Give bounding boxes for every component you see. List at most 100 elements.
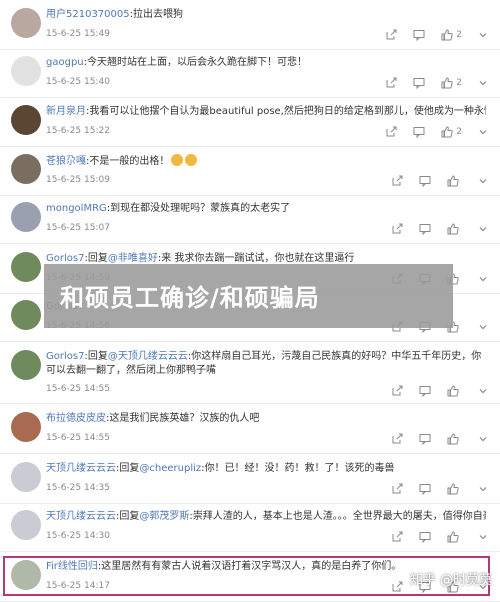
avatar[interactable] bbox=[11, 154, 41, 184]
comment-actions: 2 bbox=[385, 125, 488, 139]
comment-actions bbox=[391, 174, 488, 188]
share-icon[interactable] bbox=[391, 385, 403, 397]
avatar[interactable] bbox=[11, 202, 41, 232]
comment-body: :来 我求你去踹一踹试试，你也就在这里逼行 bbox=[157, 253, 355, 264]
more-icon[interactable] bbox=[478, 78, 488, 88]
like-count: 2 bbox=[456, 127, 462, 137]
avatar[interactable] bbox=[11, 8, 41, 38]
like-count: 2 bbox=[456, 30, 462, 40]
comment-icon[interactable] bbox=[419, 433, 431, 445]
comment-text: 布拉德皮皮皮:这是我们民族英雄？汉族的仇人吧 bbox=[46, 413, 260, 424]
more-icon[interactable] bbox=[478, 532, 488, 542]
more-icon[interactable] bbox=[478, 322, 488, 332]
comment-item: mongolMRG:到现在都没处理呢吗？蒙族真的太老实了 15-6-25 15:0… bbox=[0, 196, 500, 244]
avatar[interactable] bbox=[11, 252, 41, 282]
comment-icon[interactable] bbox=[413, 126, 425, 138]
overlay-title: 和硕员工确诊/和硕骗局 bbox=[60, 284, 320, 312]
share-icon[interactable] bbox=[385, 126, 397, 138]
avatar[interactable] bbox=[11, 510, 41, 540]
comment-actions bbox=[391, 222, 488, 236]
reply-label: 回复 bbox=[87, 253, 108, 264]
like-button[interactable] bbox=[447, 531, 462, 543]
more-icon[interactable] bbox=[478, 127, 488, 137]
share-icon[interactable] bbox=[385, 29, 397, 41]
share-icon[interactable] bbox=[391, 531, 403, 543]
like-button[interactable]: 2 bbox=[441, 77, 462, 89]
comment-item: Gorlos7:回复@天顶几缕云云云:你这样扇自己耳光，污蔑自己民族真的好吗？中… bbox=[0, 344, 500, 404]
more-icon[interactable] bbox=[478, 176, 488, 186]
share-icon[interactable] bbox=[391, 483, 403, 495]
comment-actions bbox=[391, 530, 488, 544]
comment-actions: 2 bbox=[385, 28, 488, 42]
mention-link[interactable]: @非唯喜好 bbox=[108, 253, 158, 264]
comment-item: 新月泉月:我看可以让他摆个自认为最beautiful pose,然后把狗日的给定… bbox=[0, 99, 500, 147]
timestamp: 15-6-25 14:55 bbox=[46, 384, 110, 394]
avatar[interactable] bbox=[11, 300, 41, 330]
username-link[interactable]: 苍狼尕嘎 bbox=[46, 156, 86, 167]
like-button[interactable] bbox=[447, 385, 462, 397]
avatar[interactable] bbox=[11, 462, 41, 492]
timestamp: 15-6-25 14:55 bbox=[46, 433, 110, 443]
more-icon[interactable] bbox=[478, 224, 488, 234]
angry-emoji-icon bbox=[185, 154, 198, 166]
share-icon[interactable] bbox=[391, 223, 403, 235]
comment-icon[interactable] bbox=[419, 223, 431, 235]
comment-text: 用户5210370005:拉出去喂狗 bbox=[46, 9, 183, 20]
comment-body: 今天翘时站在上面，以后会永久跪在脚下！可悲！ bbox=[87, 57, 308, 68]
more-icon[interactable] bbox=[478, 30, 488, 40]
avatar[interactable] bbox=[11, 56, 41, 86]
avatar[interactable] bbox=[11, 105, 41, 135]
more-icon[interactable] bbox=[478, 386, 488, 396]
comment-item: 苍狼尕嘎:不是一般的出格！ 15-6-25 15:09 bbox=[0, 148, 500, 196]
comment-body: 拉出去喂狗 bbox=[133, 9, 183, 20]
more-icon[interactable] bbox=[478, 274, 488, 284]
username-link[interactable]: 布拉德皮皮皮 bbox=[46, 413, 106, 424]
comment-icon[interactable] bbox=[413, 29, 425, 41]
comment-icon[interactable] bbox=[419, 483, 431, 495]
more-icon[interactable] bbox=[478, 434, 488, 444]
share-icon[interactable] bbox=[391, 433, 403, 445]
mention-link[interactable]: @天顶几缕云云云 bbox=[108, 351, 188, 362]
mention-link[interactable]: @cheerupliz bbox=[139, 463, 201, 474]
avatar[interactable] bbox=[11, 350, 41, 380]
username-link[interactable]: 天顶几缕云云云 bbox=[46, 511, 116, 522]
share-icon[interactable] bbox=[385, 77, 397, 89]
comment-icon[interactable] bbox=[419, 385, 431, 397]
reply-label: 回复 bbox=[87, 351, 108, 362]
like-button[interactable] bbox=[447, 175, 462, 187]
username-link[interactable]: Gorlos7 bbox=[46, 351, 84, 362]
like-button[interactable] bbox=[447, 223, 462, 235]
comment-text: 苍狼尕嘎:不是一般的出格！ bbox=[46, 154, 486, 169]
like-button[interactable] bbox=[447, 483, 462, 495]
comment-icon[interactable] bbox=[413, 77, 425, 89]
like-count: 2 bbox=[456, 78, 462, 88]
comment-icon[interactable] bbox=[419, 175, 431, 187]
like-button[interactable]: 2 bbox=[441, 126, 462, 138]
timestamp: 15-6-25 15:22 bbox=[46, 126, 110, 136]
timestamp: 15-6-25 15:40 bbox=[46, 77, 110, 87]
comment-icon[interactable] bbox=[419, 531, 431, 543]
username-link[interactable]: 用户5210370005 bbox=[46, 9, 130, 20]
comment-item: 天顶几缕云云云:回复@郭茂罗斯:崇拜人渣的人，基本上也是人渣。。。全世界最大的屠… bbox=[0, 504, 500, 552]
watermark: 知乎 @时莫莫 bbox=[409, 573, 492, 588]
comment-text: gaogpu:今天翘时站在上面，以后会永久跪在脚下！可悲！ bbox=[46, 57, 308, 68]
like-button[interactable]: 2 bbox=[441, 29, 462, 41]
comment-text: mongolMRG:到现在都没处理呢吗？蒙族真的太老实了 bbox=[46, 203, 291, 214]
share-icon[interactable] bbox=[391, 175, 403, 187]
comment-body: :崇拜人渣的人，基本上也是人渣。。。全世界最大的屠夫，值得你自豪吗！ bbox=[189, 511, 486, 522]
username-link[interactable]: mongolMRG bbox=[46, 203, 107, 214]
comment-body: :你！已！经！没！药！救！了！该死的毒兽 bbox=[201, 463, 395, 474]
like-button[interactable] bbox=[447, 433, 462, 445]
mention-link[interactable]: @郭茂罗斯 bbox=[139, 511, 189, 522]
comment-body: 不是一般的出格！ bbox=[89, 156, 170, 167]
timestamp: 15-6-25 14:30 bbox=[46, 531, 110, 541]
username-link[interactable]: 天顶几缕云云云 bbox=[46, 463, 116, 474]
timestamp: 15-6-25 14:35 bbox=[46, 483, 110, 493]
username-link[interactable]: gaogpu bbox=[46, 57, 84, 68]
more-icon[interactable] bbox=[478, 484, 488, 494]
comment-text: 天顶几缕云云云:回复@郭茂罗斯:崇拜人渣的人，基本上也是人渣。。。全世界最大的屠… bbox=[46, 510, 486, 524]
username-link[interactable]: 新月泉月 bbox=[46, 106, 86, 117]
avatar[interactable] bbox=[11, 412, 41, 442]
comment-actions bbox=[391, 384, 488, 398]
username-link[interactable]: Gorlos7 bbox=[46, 253, 84, 264]
